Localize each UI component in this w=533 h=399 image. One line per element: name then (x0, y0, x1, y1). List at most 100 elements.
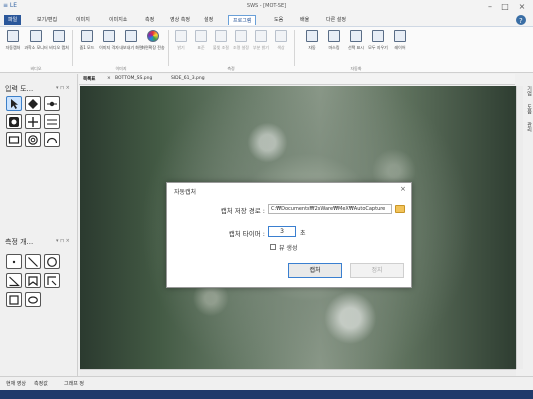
tab-image-show[interactable]: 이미지쇼 (105, 15, 131, 25)
tab-other-settings[interactable]: 다른 설정 (322, 15, 350, 25)
ruler-icon (195, 30, 207, 42)
close-button[interactable]: × (516, 1, 528, 13)
selection-icon (350, 30, 362, 42)
measure-angle-tool[interactable] (6, 273, 22, 288)
rectangle-icon (8, 136, 20, 144)
record-icon (9, 117, 19, 127)
taskbar (0, 390, 533, 399)
tab-image[interactable]: 이미지 (72, 15, 94, 25)
ribbon-group-image: 이미지 (115, 66, 127, 71)
left-panel: 입력 도... ▾ ⊓ × 측정 개... ▾ ⊓ × (0, 74, 78, 376)
pointer-icon (11, 99, 18, 109)
point-tool[interactable] (25, 96, 41, 111)
dialog-close-icon[interactable]: × (400, 185, 406, 193)
side-tab-manage[interactable]: 관리 (525, 122, 532, 132)
side-tab-help[interactable]: 도움 (525, 104, 532, 114)
camera-icon (7, 30, 19, 42)
crosshair-icon (28, 117, 38, 127)
stop-button[interactable]: 정지 (350, 263, 404, 278)
ribbon: 자동캡처 과학소 모니터 비디오 캡처 비디오 줌1 모드 이미지 격자 내보내… (0, 26, 533, 73)
restore-button[interactable]: □ (499, 1, 511, 13)
doc-tab-bottom[interactable]: BOTTOM_SS.png (115, 76, 152, 81)
crosshair-tool[interactable] (25, 114, 41, 129)
horizontal-scrollbar[interactable] (80, 369, 516, 376)
circle-icon (28, 135, 38, 145)
horizontal-lines-tool[interactable] (44, 114, 60, 129)
tab-help[interactable]: 도움 (270, 15, 287, 25)
document-icon (306, 30, 318, 42)
vertical-scrollbar[interactable] (516, 86, 523, 369)
tab-program[interactable]: 프로그램 (228, 15, 257, 25)
window-title: SWS - [MOT-SE] (246, 3, 287, 9)
tab-file[interactable]: 파일 (4, 15, 22, 25)
doc-tab-side[interactable]: SIDE_61_3.png (171, 76, 205, 81)
timer-input[interactable]: 3 (268, 226, 296, 237)
tab-scale[interactable]: 배율 (296, 15, 313, 25)
bottom-tab-current-image[interactable]: 현재 영상 (6, 380, 26, 387)
right-side-panel: 기업 도움 관리 (523, 74, 533, 376)
bottom-tab-graph[interactable]: 그래프 정 (64, 380, 84, 387)
doc-tab-close-icon[interactable]: × (107, 76, 111, 81)
minimize-button[interactable]: – (484, 1, 496, 13)
bottom-tab-measurements[interactable]: 측정값 (34, 380, 48, 387)
arc-icon (46, 137, 58, 144)
diagonal-line-icon (28, 257, 38, 267)
lines-icon (47, 119, 57, 125)
ribbon-group-automation: 자동화 (350, 66, 362, 71)
preview-label: 뷰 생성 (279, 245, 298, 252)
monitor-icon (30, 30, 42, 42)
circle-tool[interactable] (25, 132, 41, 147)
input-panel-controls[interactable]: ▾ ⊓ × (56, 85, 70, 91)
auto-capture-dialog: 자동캡처 × 캡처 저장 경로 : C:₩Documents₩2sWare₩Me… (166, 182, 412, 288)
ellipse-icon (28, 296, 38, 304)
save-path-field[interactable]: C:₩Documents₩2sWare₩MeX₩AutoCapture (268, 204, 392, 214)
pointer-tool[interactable] (6, 96, 22, 111)
zoom-icon (81, 30, 93, 42)
tab-measure[interactable]: 측정 (141, 15, 158, 25)
layer-icon (394, 30, 406, 42)
circle-outline-icon (47, 257, 57, 267)
contrast-icon (255, 30, 267, 42)
dialog-title: 자동캡처 (174, 189, 197, 196)
ribbon-separator (294, 30, 295, 66)
input-tools-title: 입력 도... (5, 85, 34, 93)
eraser-icon (372, 30, 384, 42)
light-icon (215, 30, 227, 42)
line-point-tool[interactable] (44, 96, 60, 111)
measure-rectangle-tool[interactable] (6, 292, 22, 307)
measure-tools-title: 측정 개... (5, 238, 34, 246)
video-icon (53, 30, 65, 42)
timer-unit: 초 (300, 230, 306, 237)
measure-circle-tool[interactable] (44, 254, 60, 269)
square-icon (9, 295, 19, 305)
tab-settings[interactable]: 설정 (200, 15, 217, 25)
line-dot-icon (47, 101, 57, 107)
doc-tab-list[interactable]: 목록표 (83, 76, 95, 82)
polygon-icon (28, 276, 38, 287)
measure-ellipse-tool[interactable] (25, 292, 41, 307)
lamp-icon (235, 30, 247, 42)
preview-checkbox[interactable] (270, 244, 276, 250)
help-icon[interactable]: ? (509, 13, 529, 27)
color-wheel-icon (147, 30, 159, 42)
ribbon-separator (72, 30, 73, 66)
measure-curve-tool[interactable] (44, 273, 60, 288)
grid-icon (103, 30, 115, 42)
rectangle-tool[interactable] (6, 132, 22, 147)
curve-icon (47, 276, 57, 286)
ribbon-group-measure: 측정 (227, 66, 235, 71)
side-tab-company[interactable]: 기업 (525, 86, 532, 96)
folder-icon[interactable] (395, 205, 405, 213)
arc-tool[interactable] (44, 132, 60, 147)
measure-polygon-tool[interactable] (25, 273, 41, 288)
record-tool[interactable] (6, 114, 22, 129)
measure-panel-controls[interactable]: ▾ ⊓ × (56, 238, 70, 244)
capture-button[interactable]: 캡처 (288, 263, 342, 278)
svg-text:?: ? (519, 17, 523, 25)
tab-view-edit[interactable]: 보기/편집 (33, 15, 61, 25)
save-path-label: 캡처 저장 경로 : (220, 207, 265, 215)
measure-point-tool[interactable] (6, 254, 22, 269)
bottom-tabs: 현재 영상 측정값 그래프 정 (0, 376, 533, 390)
tab-image-measure[interactable]: 영상 측정 (166, 15, 194, 25)
measure-line-tool[interactable] (25, 254, 41, 269)
